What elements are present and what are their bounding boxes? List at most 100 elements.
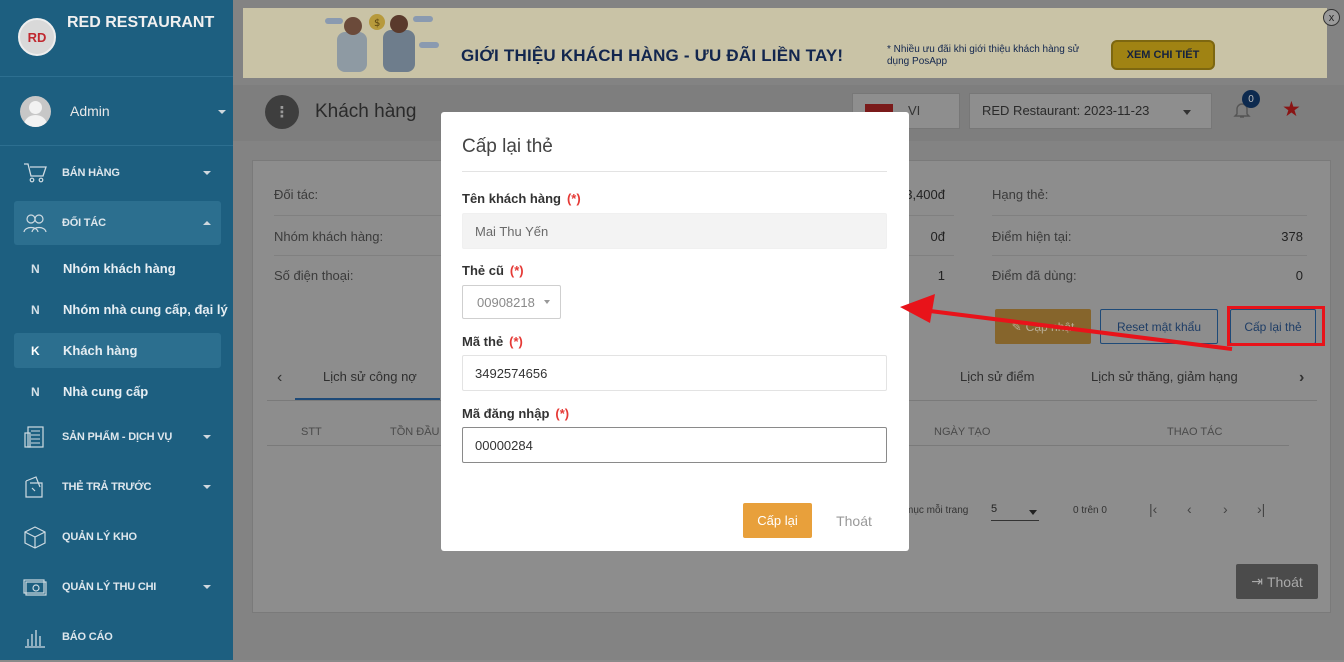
sidebar-item-nha-cung-cap[interactable]: N Nhà cung cấp bbox=[0, 371, 233, 412]
sub-letter: K bbox=[31, 343, 40, 358]
exit-label: Thoát bbox=[1266, 573, 1303, 590]
sub-label: Nhóm nhà cung cấp, đại lý bbox=[63, 302, 228, 317]
chevron-down-icon bbox=[218, 110, 226, 114]
menu-label: ĐỐI TÁC bbox=[62, 217, 106, 229]
last-page-icon[interactable]: ›| bbox=[1257, 501, 1265, 517]
cash-icon bbox=[22, 575, 48, 599]
chevron-down-icon bbox=[203, 435, 211, 439]
banner-details-button[interactable]: XEM CHI TIẾT bbox=[1111, 40, 1215, 70]
sub-letter: N bbox=[31, 261, 40, 276]
update-button[interactable]: ✎ Cập nhật bbox=[995, 309, 1091, 344]
menu-doi-tac[interactable]: ĐỐI TÁC bbox=[14, 201, 221, 245]
card-code-field[interactable]: 3492574656 bbox=[462, 355, 887, 391]
sub-letter: N bbox=[31, 302, 40, 317]
close-icon[interactable]: x bbox=[1323, 9, 1340, 26]
divider bbox=[992, 255, 1307, 256]
required-marker: (*) bbox=[566, 191, 581, 206]
column-header: TỒN ĐẦU bbox=[390, 426, 440, 438]
tab-lich-su-cong-no[interactable]: Lịch sử công nợ bbox=[323, 369, 417, 384]
label-text: Mã đăng nhập bbox=[462, 406, 550, 421]
menu-label: QUẢN LÝ THU CHI bbox=[62, 581, 157, 593]
more-options-icon[interactable]: ⋮ bbox=[265, 95, 299, 129]
banner-title: GIỚI THIỆU KHÁCH HÀNG - ƯU ĐÃI LIỀN TAY! bbox=[461, 46, 844, 65]
reissue-card-modal: Cấp lại thẻ Tên khách hàng (*) Mai Thu Yế… bbox=[441, 112, 909, 551]
tab-lich-su-thang-hang[interactable]: Lịch sử thăng, giảm hạng bbox=[1091, 369, 1238, 384]
sidebar-item-nhom-nha-cung-cap[interactable]: N Nhóm nhà cung cấp, đại lý bbox=[0, 289, 233, 330]
chevron-down-icon bbox=[1183, 110, 1191, 115]
reissue-submit-button[interactable]: Cấp lại bbox=[743, 503, 812, 538]
menu-quan-ly-thu-chi[interactable]: QUẢN LÝ THU CHI bbox=[0, 562, 233, 612]
avatar bbox=[20, 95, 51, 127]
reset-password-button[interactable]: Reset mật khẩu bbox=[1100, 309, 1218, 344]
login-code-field[interactable]: 00000284 bbox=[462, 427, 887, 463]
exit-button[interactable]: ⇥ Thoát bbox=[1236, 564, 1318, 599]
divider bbox=[992, 215, 1307, 216]
star-icon[interactable]: ★ bbox=[1282, 97, 1301, 122]
field-value: 0 bbox=[1295, 268, 1303, 283]
sub-label: Nhóm khách hàng bbox=[63, 261, 176, 276]
old-card-select[interactable]: 00908218 bbox=[462, 285, 561, 319]
brand: RD RED RESTAURANT bbox=[0, 0, 233, 77]
tab-lich-su-diem[interactable]: Lịch sử điểm bbox=[960, 369, 1034, 384]
field-value: 378 bbox=[1281, 229, 1303, 244]
promo-banner[interactable]: $ GIỚI THIỆU KHÁCH HÀNG - ƯU ĐÃI LIỀN TA… bbox=[243, 8, 1327, 78]
label-text: Thẻ cũ bbox=[462, 263, 504, 278]
brand-logo[interactable]: RD bbox=[18, 18, 56, 56]
branch-select[interactable]: RED Restaurant: 2023-11-23 bbox=[969, 93, 1212, 129]
edit-icon: ✎ bbox=[1011, 319, 1022, 334]
user-name: Admin bbox=[70, 103, 110, 119]
prev-page-icon[interactable]: ‹ bbox=[1187, 501, 1192, 517]
active-tab-indicator bbox=[295, 398, 440, 400]
svg-text:$: $ bbox=[374, 18, 380, 29]
menu-ban-hang[interactable]: BÁN HÀNG bbox=[0, 148, 233, 198]
column-header: NGÀY TẠO bbox=[934, 426, 991, 438]
menu-san-pham[interactable]: SẢN PHẨM - DỊCH VỤ bbox=[0, 412, 233, 462]
label-text: Mã thẻ bbox=[462, 334, 504, 349]
brand-name: RED RESTAURANT bbox=[67, 14, 215, 31]
language-value: VI bbox=[908, 103, 921, 118]
chevron-down-icon bbox=[203, 485, 211, 489]
card-code-label: Mã thẻ (*) bbox=[462, 334, 523, 349]
next-page-icon[interactable]: › bbox=[1223, 501, 1228, 517]
field-label: Điểm hiện tại: bbox=[992, 229, 1072, 244]
field-label: Số điện thoại: bbox=[274, 268, 354, 283]
per-page-select[interactable]: 5 bbox=[991, 503, 1039, 521]
chevron-down-icon bbox=[203, 171, 211, 175]
first-page-icon[interactable]: |‹ bbox=[1149, 501, 1157, 517]
chevron-left-icon[interactable]: ‹ bbox=[277, 369, 282, 387]
modal-title: Cấp lại thẻ bbox=[462, 136, 553, 157]
field-label: Hạng thẻ: bbox=[992, 187, 1049, 202]
menu-label: SẢN PHẨM - DỊCH VỤ bbox=[62, 431, 173, 443]
partners-icon bbox=[22, 211, 48, 235]
page-title: Khách hàng bbox=[315, 101, 417, 122]
field-label: Điểm đã dùng: bbox=[992, 268, 1077, 283]
sub-letter: N bbox=[31, 384, 40, 399]
menu-bao-cao[interactable]: BÁO CÁO bbox=[0, 612, 233, 662]
menu-label: BÁN HÀNG bbox=[62, 167, 120, 179]
page-range: 0 trên 0 bbox=[1073, 505, 1107, 516]
notification-badge: 0 bbox=[1242, 90, 1260, 108]
label-text: Tên khách hàng bbox=[462, 191, 561, 206]
menu-the-tra-truoc[interactable]: THẺ TRẢ TRƯỚC bbox=[0, 462, 233, 512]
banner-note: * Nhiều ưu đãi khi giới thiệu khách hàng… bbox=[887, 44, 1080, 67]
chevron-down-icon bbox=[203, 585, 211, 589]
menu-label: QUẢN LÝ KHO bbox=[62, 531, 137, 543]
modal-divider bbox=[462, 171, 887, 172]
update-label: Cập nhật bbox=[1025, 319, 1075, 334]
field-label: Đối tác: bbox=[274, 187, 319, 202]
cancel-button[interactable]: Thoát bbox=[824, 503, 884, 538]
customer-name-label: Tên khách hàng (*) bbox=[462, 191, 581, 206]
column-header: THAO TÁC bbox=[1167, 426, 1223, 438]
old-card-value: 00908218 bbox=[477, 295, 535, 310]
login-code-label: Mã đăng nhập (*) bbox=[462, 406, 569, 421]
chevron-down-icon bbox=[544, 300, 550, 304]
per-page-label: mục mỗi trang bbox=[905, 505, 969, 516]
logo-text: RD bbox=[27, 29, 47, 45]
menu-quan-ly-kho[interactable]: QUẢN LÝ KHO bbox=[0, 512, 233, 562]
user-menu[interactable]: Admin bbox=[0, 77, 233, 146]
menu-label: THẺ TRẢ TRƯỚC bbox=[62, 481, 152, 493]
sidebar-item-nhom-khach-hang[interactable]: N Nhóm khách hàng bbox=[0, 248, 233, 289]
column-header: STT bbox=[301, 426, 322, 438]
chevron-right-icon[interactable]: › bbox=[1299, 369, 1304, 387]
sidebar-item-khach-hang[interactable]: K Khách hàng bbox=[14, 333, 221, 368]
